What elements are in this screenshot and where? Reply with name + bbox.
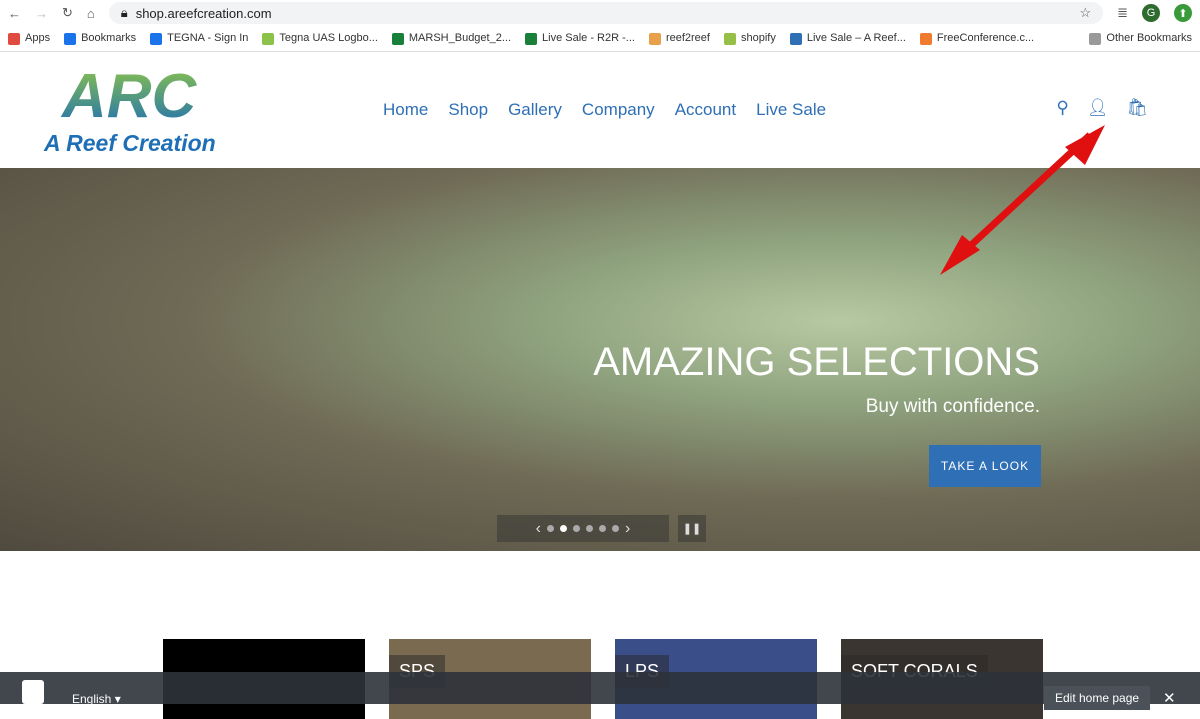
site-logo[interactable]: ARC A Reef Creation — [44, 64, 249, 159]
bookmark-icon — [789, 32, 802, 45]
hero-subtitle: Buy with confidence. — [865, 396, 1040, 417]
bookmark-item[interactable]: TEGNA - Sign In — [150, 32, 248, 45]
search-icon[interactable]: ⚲ — [1056, 98, 1068, 118]
update-icon[interactable]: ⬆ — [1174, 4, 1192, 22]
nav-live-sale[interactable]: Live Sale — [756, 100, 826, 120]
bookmark-item[interactable]: shopify — [723, 32, 776, 45]
home-icon[interactable]: ⌂ — [87, 6, 95, 21]
edit-home-page-button[interactable]: Edit home page — [1044, 686, 1151, 710]
slide-dot[interactable] — [586, 525, 593, 532]
close-icon[interactable]: ✕ — [1163, 689, 1176, 707]
folder-icon — [1089, 32, 1102, 45]
lock-icon: 🔒︎ — [120, 5, 128, 20]
slide-dot[interactable] — [612, 525, 619, 532]
slide-controls: ‹ › — [497, 515, 669, 542]
bookmark-item[interactable]: Live Sale – A Reef... — [789, 32, 906, 45]
bookmark-icon — [919, 32, 932, 45]
bookmarks-bar: Apps Bookmarks TEGNA - Sign In Tegna UAS Lo… — [0, 26, 1200, 52]
bookmark-item[interactable]: Live Sale - R2R -... — [525, 32, 635, 45]
bookmark-icon — [64, 32, 77, 45]
nav-shop[interactable]: Shop — [448, 100, 488, 120]
bookmark-icon — [8, 32, 20, 45]
slide-dot[interactable] — [573, 525, 580, 532]
bookmark-star-icon[interactable]: ☆ — [1079, 5, 1091, 21]
forward-icon[interactable]: → — [35, 6, 48, 21]
other-bookmarks[interactable]: Other Bookmarks — [1089, 32, 1192, 45]
nav-home[interactable]: Home — [383, 100, 428, 120]
bookmark-icon — [262, 32, 275, 45]
next-slide-icon[interactable]: › — [625, 520, 630, 538]
hero-title: AMAZING SELECTIONS — [593, 340, 1040, 384]
slide-dot[interactable] — [560, 525, 567, 532]
bookmark-item[interactable]: reef2reef — [648, 32, 710, 45]
bookmark-icon — [648, 32, 661, 45]
bookmark-item[interactable]: Apps — [8, 32, 50, 45]
shopify-preview-bar: English ▾ Edit home page ✕ — [0, 672, 1200, 710]
bookmark-item[interactable]: Bookmarks — [64, 32, 136, 45]
address-bar[interactable]: 🔒︎ shop.areefcreation.com ☆ — [108, 2, 1104, 24]
prev-slide-icon[interactable]: ‹ — [536, 520, 541, 538]
bookmark-icon — [150, 32, 163, 45]
bookmark-icon — [525, 32, 538, 45]
extension-icon[interactable]: ≣ — [1117, 5, 1128, 21]
nav-company[interactable]: Company — [582, 100, 655, 120]
main-nav: Home Shop Gallery Company Account Live S… — [383, 100, 826, 120]
url-text: shop.areefcreation.com — [135, 5, 272, 21]
slide-dot[interactable] — [599, 525, 606, 532]
nav-gallery[interactable]: Gallery — [508, 100, 562, 120]
account-icon[interactable]: 👤︎ — [1087, 98, 1109, 118]
nav-account[interactable]: Account — [675, 100, 736, 120]
reload-icon[interactable]: ↻ — [62, 5, 73, 21]
bookmark-item[interactable]: Tegna UAS Logbo... — [262, 32, 378, 45]
logo-mark: ARC — [44, 64, 249, 130]
logo-name: A Reef Creation — [44, 130, 216, 156]
red-arrow-annotation — [940, 125, 1105, 275]
bookmark-item[interactable]: MARSH_Budget_2... — [391, 32, 511, 45]
shopify-icon — [22, 680, 44, 704]
back-icon[interactable]: ← — [8, 6, 21, 21]
bookmark-item[interactable]: FreeConference.c... — [919, 32, 1034, 45]
bookmark-icon — [391, 32, 404, 45]
pause-icon[interactable]: ❚❚ — [678, 515, 706, 542]
profile-avatar[interactable]: G — [1142, 4, 1160, 22]
take-a-look-button[interactable]: TAKE A LOOK — [929, 445, 1041, 487]
bookmark-icon — [723, 32, 736, 45]
browser-toolbar: ← → ↻ ⌂ 🔒︎ shop.areefcreation.com ☆ ≣ G … — [0, 0, 1200, 26]
slide-dot[interactable] — [547, 525, 554, 532]
cart-icon[interactable]: 🛍︎ — [1126, 98, 1148, 118]
